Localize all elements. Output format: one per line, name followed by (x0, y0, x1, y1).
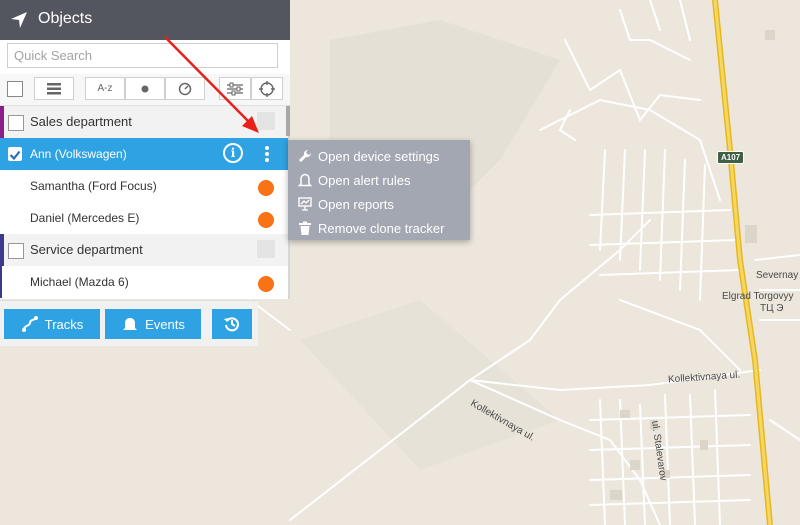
navigation-arrow-icon (11, 12, 27, 28)
status-indicator (258, 276, 274, 292)
group-collapse-icon[interactable] (257, 240, 275, 258)
history-button[interactable] (212, 309, 252, 339)
status-dot-icon (141, 85, 149, 92)
search-bar (0, 40, 290, 74)
menu-item-label: Open reports (318, 197, 394, 212)
sort-speed-button[interactable] (165, 77, 205, 100)
tracks-icon (21, 316, 38, 332)
tracks-label: Tracks (44, 316, 84, 332)
menu-item-label: Open alert rules (318, 173, 411, 188)
menu-item-reports[interactable]: Open reports (288, 192, 470, 216)
list-item-selected[interactable]: Ann (Volkswagen) i (0, 138, 288, 170)
select-all-checkbox[interactable] (7, 81, 23, 97)
object-label: Samantha (Ford Focus) (30, 179, 157, 193)
object-context-menu: Open device settings Open alert rules Op… (288, 140, 470, 240)
group-checkbox[interactable] (8, 115, 24, 131)
tracks-button[interactable]: Tracks (4, 309, 100, 339)
check-icon (9, 150, 21, 161)
menu-item-remove-clone[interactable]: Remove clone tracker (288, 216, 470, 240)
group-label: Service department (30, 242, 143, 257)
info-icon[interactable]: i (223, 143, 243, 163)
list-item[interactable]: Samantha (Ford Focus) (0, 170, 288, 202)
wrench-icon (299, 149, 312, 162)
menu-item-device-settings[interactable]: Open device settings (288, 144, 470, 168)
list-view-button[interactable] (34, 77, 74, 100)
bottom-toolbar: Tracks Events (0, 300, 258, 346)
bell-icon (297, 173, 313, 187)
status-indicator (258, 212, 274, 228)
group-label: Sales department (30, 114, 132, 129)
group-service-department[interactable]: Service department (0, 234, 288, 266)
group-color-bar (0, 266, 2, 298)
sort-az-button[interactable]: A-z (85, 77, 125, 100)
more-options-icon[interactable] (259, 143, 275, 165)
status-indicator (258, 180, 274, 196)
list-item[interactable]: Michael (Mazda 6) (0, 266, 288, 298)
locate-button[interactable] (251, 77, 283, 100)
objects-list: Sales department Ann (Volkswagen) i Sama… (0, 106, 290, 299)
sliders-icon (227, 82, 243, 95)
map-label-tc: ТЦ Э (760, 303, 784, 314)
objects-panel: Objects A-z (0, 0, 290, 346)
road-number-badge: A107 (717, 151, 745, 164)
group-collapse-icon[interactable] (257, 112, 275, 130)
panel-title: Objects (38, 10, 93, 27)
sort-az-label: A-z (97, 83, 113, 94)
list-item[interactable]: Daniel (Mercedes E) (0, 202, 288, 234)
group-checkbox[interactable] (8, 243, 24, 259)
map-label-severnay: Severnay (756, 270, 799, 281)
list-icon (47, 82, 61, 94)
group-sales-department[interactable]: Sales department (0, 106, 288, 138)
group-color-bar (0, 234, 4, 266)
events-label: Events (145, 316, 185, 332)
report-icon (298, 197, 312, 211)
object-checkbox[interactable] (8, 147, 22, 161)
map-label-elgrad: Elgrad Torgovyy (722, 291, 794, 302)
trash-icon (299, 221, 311, 235)
list-toolbar: A-z (0, 74, 290, 106)
object-label: Michael (Mazda 6) (30, 275, 129, 289)
group-color-bar (0, 106, 4, 138)
history-icon (224, 317, 239, 332)
panel-header: Objects (0, 0, 290, 40)
sort-status-button[interactable] (125, 77, 165, 100)
filter-settings-button[interactable] (219, 77, 251, 100)
bell-icon (123, 318, 138, 330)
speedometer-icon (178, 82, 192, 95)
list-scrollbar-thumb[interactable] (286, 106, 290, 136)
quick-search-input[interactable] (7, 43, 278, 68)
object-label: Daniel (Mercedes E) (30, 211, 140, 225)
menu-item-alert-rules[interactable]: Open alert rules (288, 168, 470, 192)
events-button[interactable]: Events (105, 309, 201, 339)
menu-item-label: Open device settings (318, 149, 440, 164)
crosshair-icon (259, 80, 275, 97)
menu-item-label: Remove clone tracker (318, 221, 445, 236)
object-label: Ann (Volkswagen) (30, 147, 127, 161)
